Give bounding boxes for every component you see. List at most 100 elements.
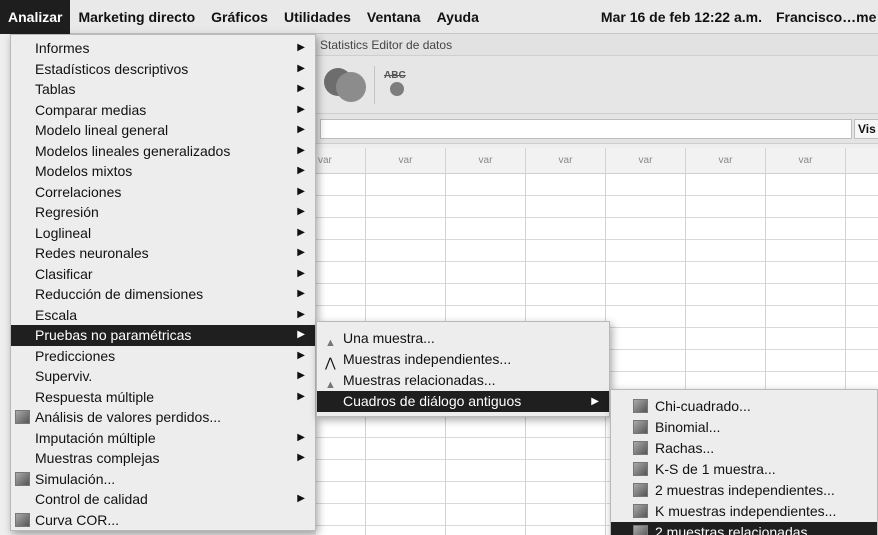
menu-item-label: Escala	[35, 306, 78, 323]
menu-item-analisis-de-valores-perdidos[interactable]: Análisis de valores perdidos...	[11, 407, 315, 428]
grid-header-cell[interactable]: var	[446, 148, 526, 173]
menu-item-muestras-independientes[interactable]: ⋀ Muestras independientes...	[317, 349, 609, 370]
menu-item-correlaciones[interactable]: Correlaciones ▶	[11, 182, 315, 203]
menu-item-reduccion-de-dimensiones[interactable]: Reducción de dimensiones ▶	[11, 284, 315, 305]
toolbar: ABC	[316, 56, 878, 114]
menu-item-redes-neuronales[interactable]: Redes neuronales ▶	[11, 243, 315, 264]
menu-item-modelos-mixtos[interactable]: Modelos mixtos ▶	[11, 161, 315, 182]
submenu-arrow-icon: ▶	[297, 226, 305, 238]
menu-item-superviv[interactable]: Superviv. ▶	[11, 366, 315, 387]
analizar-menu: Informes ▶ Estadísticos descriptivos ▶ Tabla…	[10, 34, 316, 531]
menu-item-label: Loglineal	[35, 224, 92, 241]
window-title: Statistics Editor de datos	[316, 34, 878, 56]
grid-header-cell[interactable]: var	[366, 148, 446, 173]
menu-item-label: Superviv.	[35, 368, 93, 384]
roc-curve-icon	[15, 512, 30, 527]
menu-item-label: Modelo lineal general	[35, 122, 169, 138]
menu-item-clasificar[interactable]: Clasificar ▶	[11, 264, 315, 285]
grid-header-cell[interactable]: var	[686, 148, 766, 173]
menu-item-label: Pruebas no paramétricas	[35, 327, 192, 343]
menu-item-control-de-calidad[interactable]: Control de calidad ▶	[11, 489, 315, 510]
menu-item-binomial[interactable]: Binomial...	[611, 417, 877, 438]
menu-item-k-muestras-independientes[interactable]: K muestras independientes...	[611, 501, 877, 522]
menu-item-comparar-medias[interactable]: Comparar medias ▶	[11, 100, 315, 121]
menu-ayuda[interactable]: Ayuda	[429, 0, 487, 34]
menu-item-curva-cor[interactable]: Curva COR...	[11, 510, 315, 531]
grid-header-cell[interactable]: var	[606, 148, 686, 173]
menu-item-simulacion[interactable]: Simulación...	[11, 469, 315, 490]
menu-item-label: Correlaciones	[35, 183, 122, 200]
submenu-arrow-icon: ▶	[297, 62, 305, 74]
menu-item-k-s-de-1-muestra[interactable]: K-S de 1 muestra...	[611, 459, 877, 480]
menu-utilidades[interactable]: Utilidades	[276, 0, 359, 34]
submenu-arrow-icon: ▶	[591, 396, 599, 407]
menu-item-predicciones[interactable]: Predicciones ▶	[11, 346, 315, 367]
menu-item-informes[interactable]: Informes ▶	[11, 38, 315, 59]
menu-item-modelos-lineales-generalizados[interactable]: Modelos lineales generalizados ▶	[11, 141, 315, 162]
menu-ventana[interactable]: Ventana	[359, 0, 429, 34]
simulation-icon	[15, 471, 30, 486]
menu-item-una-muestra[interactable]: ▲ Una muestra...	[317, 328, 609, 349]
user-name[interactable]: Francisco…me	[776, 9, 876, 25]
submenu-arrow-icon: ▶	[297, 42, 305, 53]
grid-header-cell[interactable]: var	[766, 148, 846, 173]
menu-item-label: Binomial...	[655, 419, 721, 435]
submenu-arrow-icon: ▶	[297, 165, 305, 176]
menu-item-label: Modelos mixtos	[35, 163, 133, 179]
menu-item-label: K muestras independientes...	[655, 503, 837, 519]
menu-item-label: Muestras relacionadas...	[343, 372, 496, 388]
menu-item-label: Clasificar	[35, 265, 93, 282]
menu-item-label: Informes	[35, 40, 90, 56]
submenu-arrow-icon: ▶	[297, 247, 305, 258]
menu-item-modelo-lineal-general[interactable]: Modelo lineal general ▶	[11, 120, 315, 141]
k-independent-icon	[633, 504, 648, 518]
grid-header: var var var var var var var	[316, 148, 878, 174]
menu-marketing-directo[interactable]: Marketing directo	[70, 0, 203, 34]
grid-header-cell[interactable]: var	[316, 148, 366, 173]
menu-item-chi-cuadrado[interactable]: Chi-cuadrado...	[611, 396, 877, 417]
clock[interactable]: Mar 16 de feb 12:22 a.m.	[601, 9, 762, 25]
menu-item-2-muestras-relacionadas[interactable]: 2 muestras relacionadas...	[611, 522, 877, 535]
visible-indicator: Vis	[854, 119, 878, 139]
menu-item-loglineal[interactable]: Loglineal ▶	[11, 223, 315, 244]
menu-item-2-muestras-independientes[interactable]: 2 muestras independientes...	[611, 480, 877, 501]
menu-item-label: Chi-cuadrado...	[655, 398, 751, 414]
submenu-arrow-icon: ▶	[297, 308, 305, 320]
menu-item-regresion[interactable]: Regresión ▶	[11, 202, 315, 223]
toolbar-separator	[374, 66, 375, 104]
menu-analizar[interactable]: Analizar	[0, 0, 71, 34]
menu-item-label: Comparar medias	[35, 101, 147, 118]
menu-item-muestras-complejas[interactable]: Muestras complejas ▶	[11, 448, 315, 469]
menu-item-label: Modelos lineales generalizados	[35, 142, 231, 159]
menu-item-muestras-relacionadas[interactable]: ▲ Muestras relacionadas...	[317, 370, 609, 391]
cell-value-input[interactable]	[320, 119, 852, 139]
missing-values-icon	[15, 410, 30, 424]
submenu-arrow-icon: ▶	[297, 267, 305, 279]
menu-item-label: Regresión	[35, 204, 99, 220]
menu-item-pruebas-no-parametricas[interactable]: Pruebas no paramétricas ▶	[11, 325, 315, 346]
submenu-arrow-icon: ▶	[297, 452, 305, 463]
menu-item-estadisticos-descriptivos[interactable]: Estadísticos descriptivos ▶	[11, 59, 315, 80]
menu-item-tablas[interactable]: Tablas ▶	[11, 79, 315, 100]
chi-square-icon	[633, 399, 648, 413]
menu-item-respuesta-multiple[interactable]: Respuesta múltiple ▶	[11, 387, 315, 408]
toolbar-circle-icon-2[interactable]	[336, 72, 366, 102]
menu-item-escala[interactable]: Escala ▶	[11, 305, 315, 326]
menu-item-label: Muestras complejas	[35, 450, 160, 466]
menu-item-rachas[interactable]: Rachas...	[611, 438, 877, 459]
menu-item-label: Cuadros de diálogo antiguos	[343, 393, 522, 409]
menu-item-label: Predicciones	[35, 347, 116, 364]
submenu-arrow-icon: ▶	[297, 206, 305, 217]
menu-graficos[interactable]: Gráficos	[203, 0, 276, 34]
menu-item-imputacion-multiple[interactable]: Imputación múltiple ▶	[11, 428, 315, 449]
submenu-arrow-icon: ▶	[297, 431, 305, 443]
grid-header-cell[interactable]: var	[526, 148, 606, 173]
cuadros-dialogo-antiguos-menu: Chi-cuadrado... Binomial... Rachas... K-S d…	[610, 389, 878, 535]
cell-editor-bar: Vis	[316, 114, 878, 144]
pruebas-no-parametricas-menu: ▲ Una muestra... ⋀ Muestras independientes.…	[316, 321, 610, 417]
menu-item-label: Simulación...	[35, 470, 116, 487]
spell-check-icon[interactable]: ABC	[384, 70, 406, 81]
menu-item-cuadros-de-dialogo-antiguos[interactable]: Cuadros de diálogo antiguos ▶	[317, 391, 609, 412]
submenu-arrow-icon: ▶	[297, 288, 305, 299]
menu-item-label: 2 muestras relacionadas...	[655, 524, 820, 535]
